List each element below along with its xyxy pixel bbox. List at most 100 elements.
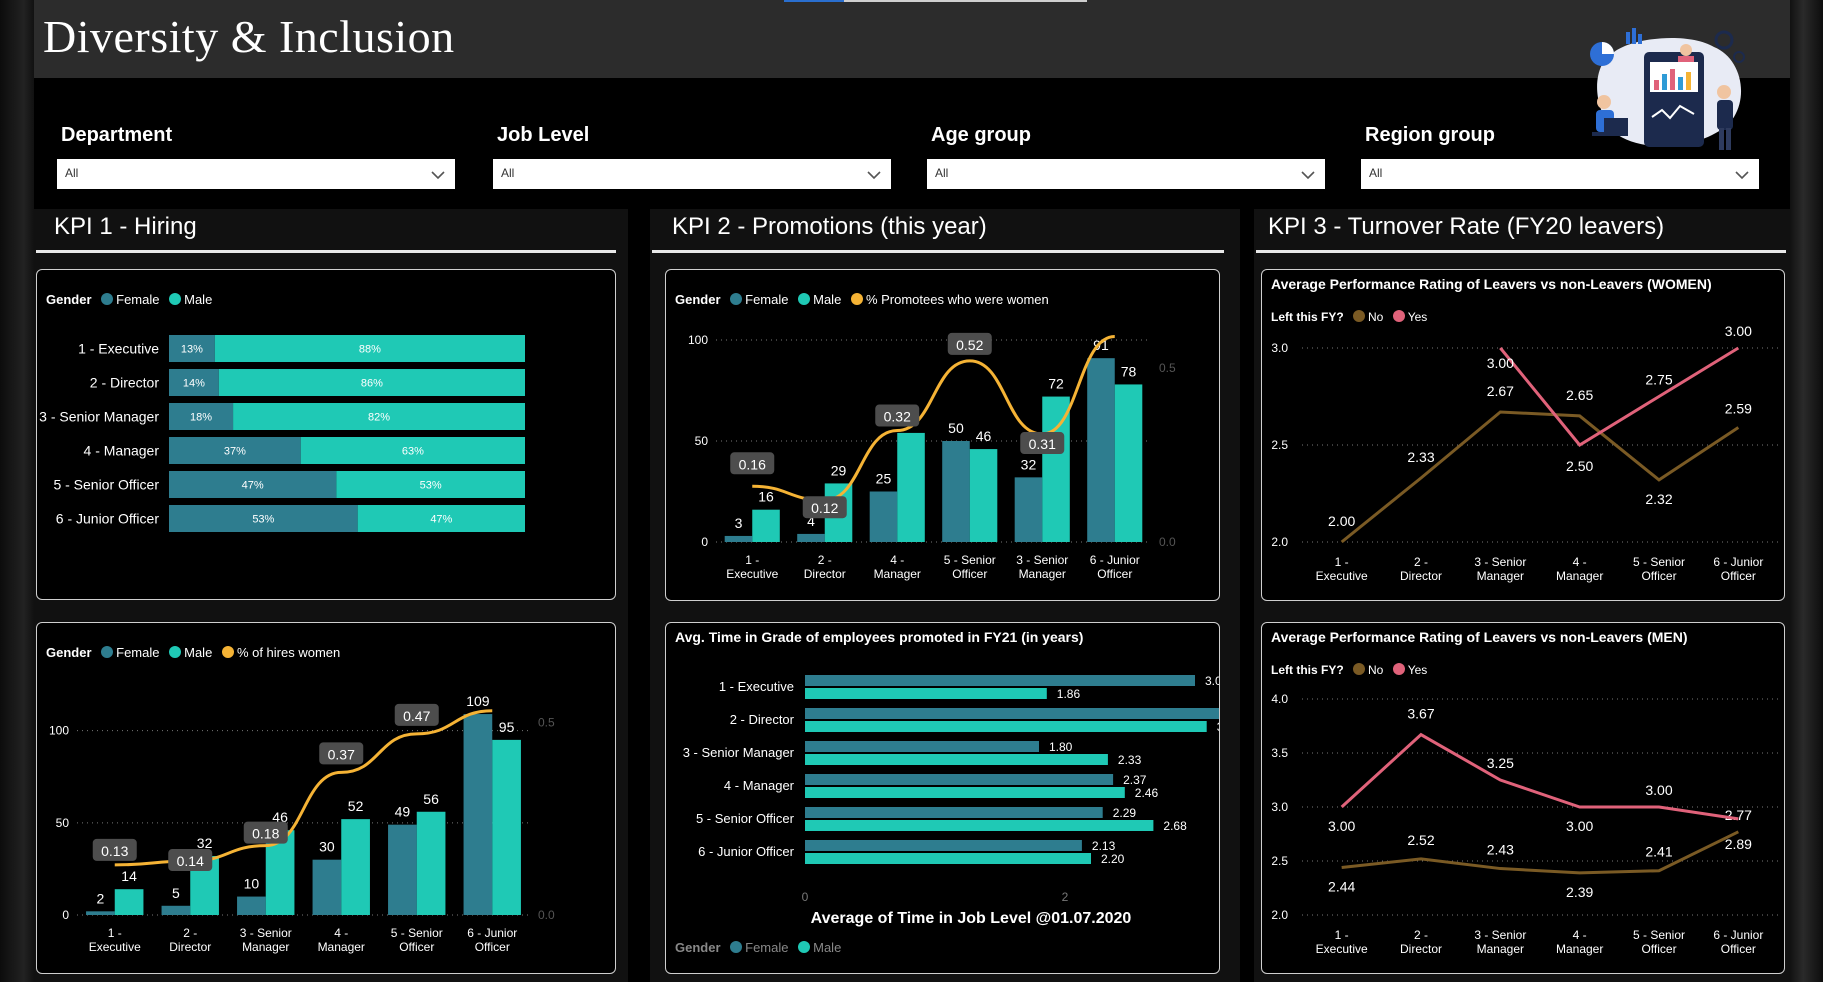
perf-women-panel[interactable]: Average Performance Rating of Leavers vs… <box>1261 269 1785 601</box>
data-label: 53% <box>252 514 274 526</box>
hiring-counts-chart[interactable]: 0 50 100 0.0 0.5 2 14 1 -Executive 5 32 2 -Directo… <box>37 623 616 974</box>
data-label: 2.33 <box>1118 753 1142 767</box>
y2-tick-label: 0.0 <box>1159 535 1176 549</box>
bar-value-label: 95 <box>499 719 515 735</box>
category-label: Manager <box>242 940 289 954</box>
category-label: 2 - Director <box>730 712 795 727</box>
bar-value-label: 25 <box>876 471 892 487</box>
data-label: 2.37 <box>1123 773 1147 787</box>
point-value-label: 3.25 <box>1487 755 1514 771</box>
y-tick-label: 3.0 <box>1271 341 1288 355</box>
data-label: 63% <box>402 446 424 458</box>
line-value-label: 0.31 <box>1029 436 1056 452</box>
chevron-down-icon <box>867 171 881 180</box>
data-label: 88% <box>359 344 381 356</box>
data-label: 2.68 <box>1163 819 1187 833</box>
data-label: 1.86 <box>1057 687 1081 701</box>
series-line-no <box>1341 830 1739 875</box>
data-label: 86% <box>361 378 383 390</box>
line-value-label: 0.37 <box>328 746 355 762</box>
y-tick-label: 2.5 <box>1271 854 1288 868</box>
category-label: Director <box>804 567 846 581</box>
y-tick-label: 3.0 <box>1271 800 1288 814</box>
y2-tick-label: 0.5 <box>538 715 555 729</box>
data-label: 18% <box>190 412 212 424</box>
y-tick-label: 2.0 <box>1271 535 1288 549</box>
category-label: Officer <box>952 567 987 581</box>
bar-female <box>805 774 1114 785</box>
category-label: Officer <box>399 940 434 954</box>
category-label: 5 - Senior <box>1633 555 1685 569</box>
category-label: 2 - <box>1414 555 1428 569</box>
data-label: 47% <box>242 480 264 492</box>
chevron-down-icon <box>1735 171 1749 180</box>
point-value-label: 2.52 <box>1407 832 1434 848</box>
data-label: 3.00 <box>1205 674 1220 688</box>
bar-male <box>805 787 1125 798</box>
y2-tick-label: 0.5 <box>1159 361 1176 375</box>
category-label: 6 - Junior <box>1090 553 1140 567</box>
department-dropdown[interactable]: All <box>57 159 455 189</box>
page-tab[interactable] <box>844 0 1087 2</box>
category-label: 5 - Senior Officer <box>53 477 159 493</box>
line-value-label: 0.12 <box>811 500 838 516</box>
line-value-label: 0.52 <box>956 337 983 353</box>
page-tab-active[interactable] <box>784 0 844 2</box>
line-value-label: 0.18 <box>252 826 279 842</box>
point-value-label: 2.89 <box>1725 836 1752 852</box>
category-label: Manager <box>1556 569 1603 583</box>
category-label: Executive <box>1316 942 1368 956</box>
time-in-grade-panel[interactable]: Avg. Time in Grade of employees promoted… <box>665 622 1220 974</box>
age-group-dropdown[interactable]: All <box>927 159 1325 189</box>
job-level-dropdown[interactable]: All <box>493 159 891 189</box>
category-label: Officer <box>1721 569 1756 583</box>
category-label: 3 - Senior Manager <box>39 409 159 425</box>
hiring-pct-chart[interactable]: 1 - Executive 13% 88% 2 - Director 14% 86% 3 -… <box>37 270 616 600</box>
category-label: 1 - Executive <box>78 341 159 357</box>
kpi-promotions-underline <box>652 250 1224 253</box>
category-label: 1 - <box>745 553 759 567</box>
bar-value-label: 3 <box>735 515 743 531</box>
x-tick-label: 0 <box>802 890 809 904</box>
perf-men-panel[interactable]: Average Performance Rating of Leavers vs… <box>1261 622 1785 974</box>
bar-male <box>805 820 1154 831</box>
region-group-dropdown[interactable]: All <box>1361 159 1759 189</box>
perf-men-chart[interactable]: 2.0 2.5 3.0 3.5 4.0 1 -Executive 2 -Director 3 … <box>1262 623 1785 974</box>
category-label: Manager <box>1019 567 1066 581</box>
bar-female <box>805 708 1219 719</box>
bar-value-label: 10 <box>244 876 260 892</box>
category-label: Officer <box>475 940 510 954</box>
category-label: Manager <box>318 940 365 954</box>
bar-female <box>161 905 191 915</box>
bar-male <box>897 432 925 542</box>
y-tick-label: 0 <box>62 908 69 922</box>
department-value: All <box>65 166 79 180</box>
filter-label-department: Department <box>61 124 173 146</box>
bar-female <box>86 911 115 915</box>
category-label: 1 - Executive <box>719 679 794 694</box>
hiring-counts-panel[interactable]: Gender Female Male % of hires women 0 50 1… <box>36 622 616 974</box>
promotions-counts-panel[interactable]: Gender Female Male % Promotees who were … <box>665 269 1220 601</box>
bar-male <box>114 889 144 915</box>
time-in-grade-chart[interactable]: 021 - Executive3.001.862 - Director3.403… <box>666 623 1220 974</box>
bar-male <box>805 754 1108 765</box>
data-label: 14% <box>183 378 205 390</box>
category-label: 4 - <box>1573 928 1587 942</box>
region-group-value: All <box>1369 166 1383 180</box>
point-value-label: 2.41 <box>1645 844 1672 860</box>
perf-women-chart[interactable]: 2.0 2.5 3.0 1 -Executive 2 -Director 3 - Seni… <box>1262 270 1785 601</box>
y-tick-label: 2.0 <box>1271 908 1288 922</box>
data-label: 2.20 <box>1101 852 1125 866</box>
category-label: Executive <box>726 567 778 581</box>
y-tick-label: 50 <box>56 816 70 830</box>
hiring-gender-split-panel[interactable]: Gender Female Male 1 - Executive 13% 88% 2 … <box>36 269 616 600</box>
point-value-label: 2.32 <box>1645 491 1672 507</box>
series-line-no <box>1340 410 1740 544</box>
category-label: Manager <box>1556 942 1603 956</box>
promotions-chart[interactable]: 0501000.00.53161 -Executive4292 -Directo… <box>666 270 1220 601</box>
category-label: Manager <box>874 567 921 581</box>
category-label: Manager <box>1477 569 1524 583</box>
category-label: Director <box>169 940 211 954</box>
category-label: 6 - Junior Officer <box>698 844 795 859</box>
category-label: 1 - <box>108 926 122 940</box>
